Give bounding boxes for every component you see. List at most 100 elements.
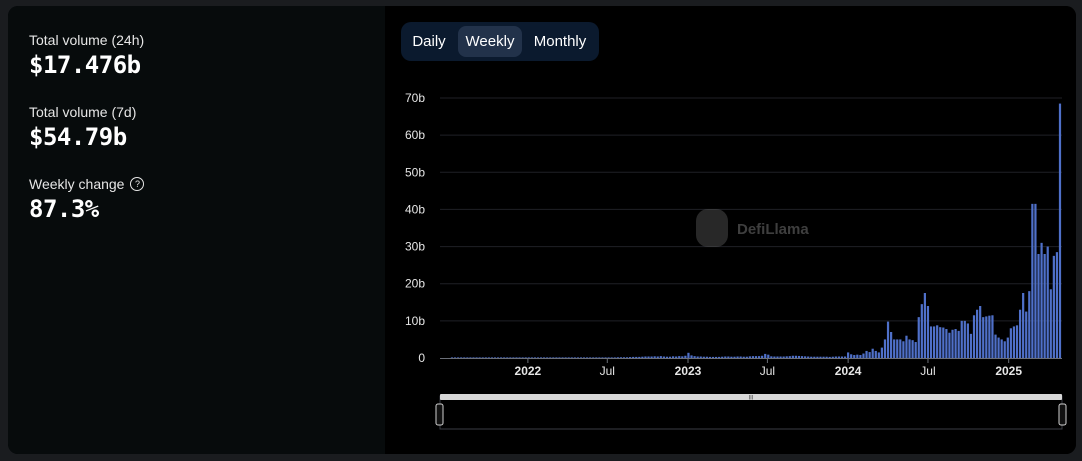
bar (724, 356, 727, 358)
y-tick-label: 30b (405, 240, 425, 254)
bar (822, 356, 825, 358)
bar (957, 330, 960, 358)
bar (1025, 311, 1028, 358)
bar (647, 356, 650, 358)
bar (699, 356, 702, 358)
x-axis: 2022 Jul 2023 Jul 2024 Jul 2025 (440, 358, 1062, 378)
bar (782, 356, 785, 358)
bar (586, 357, 589, 358)
bar (604, 357, 607, 358)
bar (665, 356, 669, 358)
bar (979, 306, 982, 358)
bar (1052, 255, 1055, 358)
bar (902, 341, 905, 358)
bar (877, 352, 880, 358)
bar (521, 357, 524, 358)
bar (484, 357, 487, 358)
y-tick-label: 20b (405, 277, 425, 291)
bar (761, 355, 764, 358)
bar (570, 357, 573, 358)
bar (684, 355, 687, 358)
bar (718, 356, 721, 358)
bar (859, 355, 862, 358)
bar (539, 357, 543, 358)
stat-total-volume-24h: Total volume (24h) $17.476b (29, 32, 144, 79)
bar (567, 357, 570, 358)
bar (994, 334, 997, 358)
bar (834, 356, 837, 358)
bar (988, 315, 991, 358)
bar (487, 357, 490, 358)
bar (917, 317, 920, 358)
bar (573, 357, 576, 358)
bar (890, 332, 893, 358)
bar (893, 339, 896, 358)
bar (453, 357, 457, 358)
stat-value-7d: $54.79b (29, 123, 127, 151)
bar (705, 356, 708, 358)
x-tick-label: 2024 (835, 364, 862, 378)
watermark: DefiLlama (696, 209, 809, 247)
bar (982, 317, 985, 358)
bar (1031, 203, 1034, 358)
bar (773, 356, 776, 358)
bar (933, 326, 936, 358)
bar (951, 329, 954, 358)
bar (576, 357, 579, 358)
range-slider[interactable]: III (435, 394, 1067, 430)
bar (742, 356, 745, 358)
bar (997, 337, 1000, 358)
range-slider-left-handle[interactable] (435, 403, 444, 426)
chart-panel: Daily Weekly Monthly 0 10b 20b 30b 40b 50b 60b… (385, 6, 1076, 454)
bar (518, 357, 521, 358)
bar (607, 357, 610, 358)
bar (1009, 328, 1012, 358)
bar (1022, 293, 1025, 358)
bar (800, 356, 804, 358)
bar (868, 352, 871, 358)
stat-total-volume-7d: Total volume (7d) $54.79b (29, 104, 136, 151)
watermark-text: DefiLlama (737, 221, 809, 238)
stat-label-7d: Total volume (7d) (29, 104, 137, 120)
bar (791, 355, 794, 358)
bar (751, 356, 755, 358)
bar (549, 357, 552, 358)
bar (641, 356, 644, 358)
bar (555, 357, 558, 358)
bar (757, 356, 761, 358)
bar (807, 356, 810, 358)
bar (1058, 103, 1062, 358)
stat-label-weekly-change-row: Weekly change ? (29, 176, 145, 192)
bar (711, 356, 715, 358)
bar (837, 356, 841, 358)
bar (920, 304, 923, 358)
bar (524, 357, 527, 358)
bar (457, 357, 460, 358)
bar (936, 325, 939, 358)
bar (681, 356, 684, 358)
range-slider-right-handle[interactable] (1058, 403, 1067, 426)
bar (843, 356, 847, 358)
bar (598, 357, 601, 358)
range-slider-grip-icon[interactable]: III (748, 396, 753, 402)
bar (871, 348, 874, 358)
bar (625, 357, 629, 358)
y-tick-label: 0 (418, 351, 425, 365)
bar (764, 353, 767, 358)
bar (788, 356, 791, 358)
x-tick-label: 2023 (675, 364, 702, 378)
chart-gridlines (440, 97, 1062, 322)
bar (690, 355, 693, 358)
bar (668, 356, 672, 358)
bar (659, 356, 662, 358)
bar (785, 356, 788, 358)
bar (831, 356, 834, 358)
bar (616, 357, 619, 358)
bar (472, 357, 475, 358)
bar (558, 357, 561, 358)
bar (847, 352, 850, 358)
bar (1028, 291, 1031, 358)
bar (610, 357, 613, 358)
bar (779, 356, 782, 358)
question-circle-icon[interactable]: ? (130, 177, 145, 191)
